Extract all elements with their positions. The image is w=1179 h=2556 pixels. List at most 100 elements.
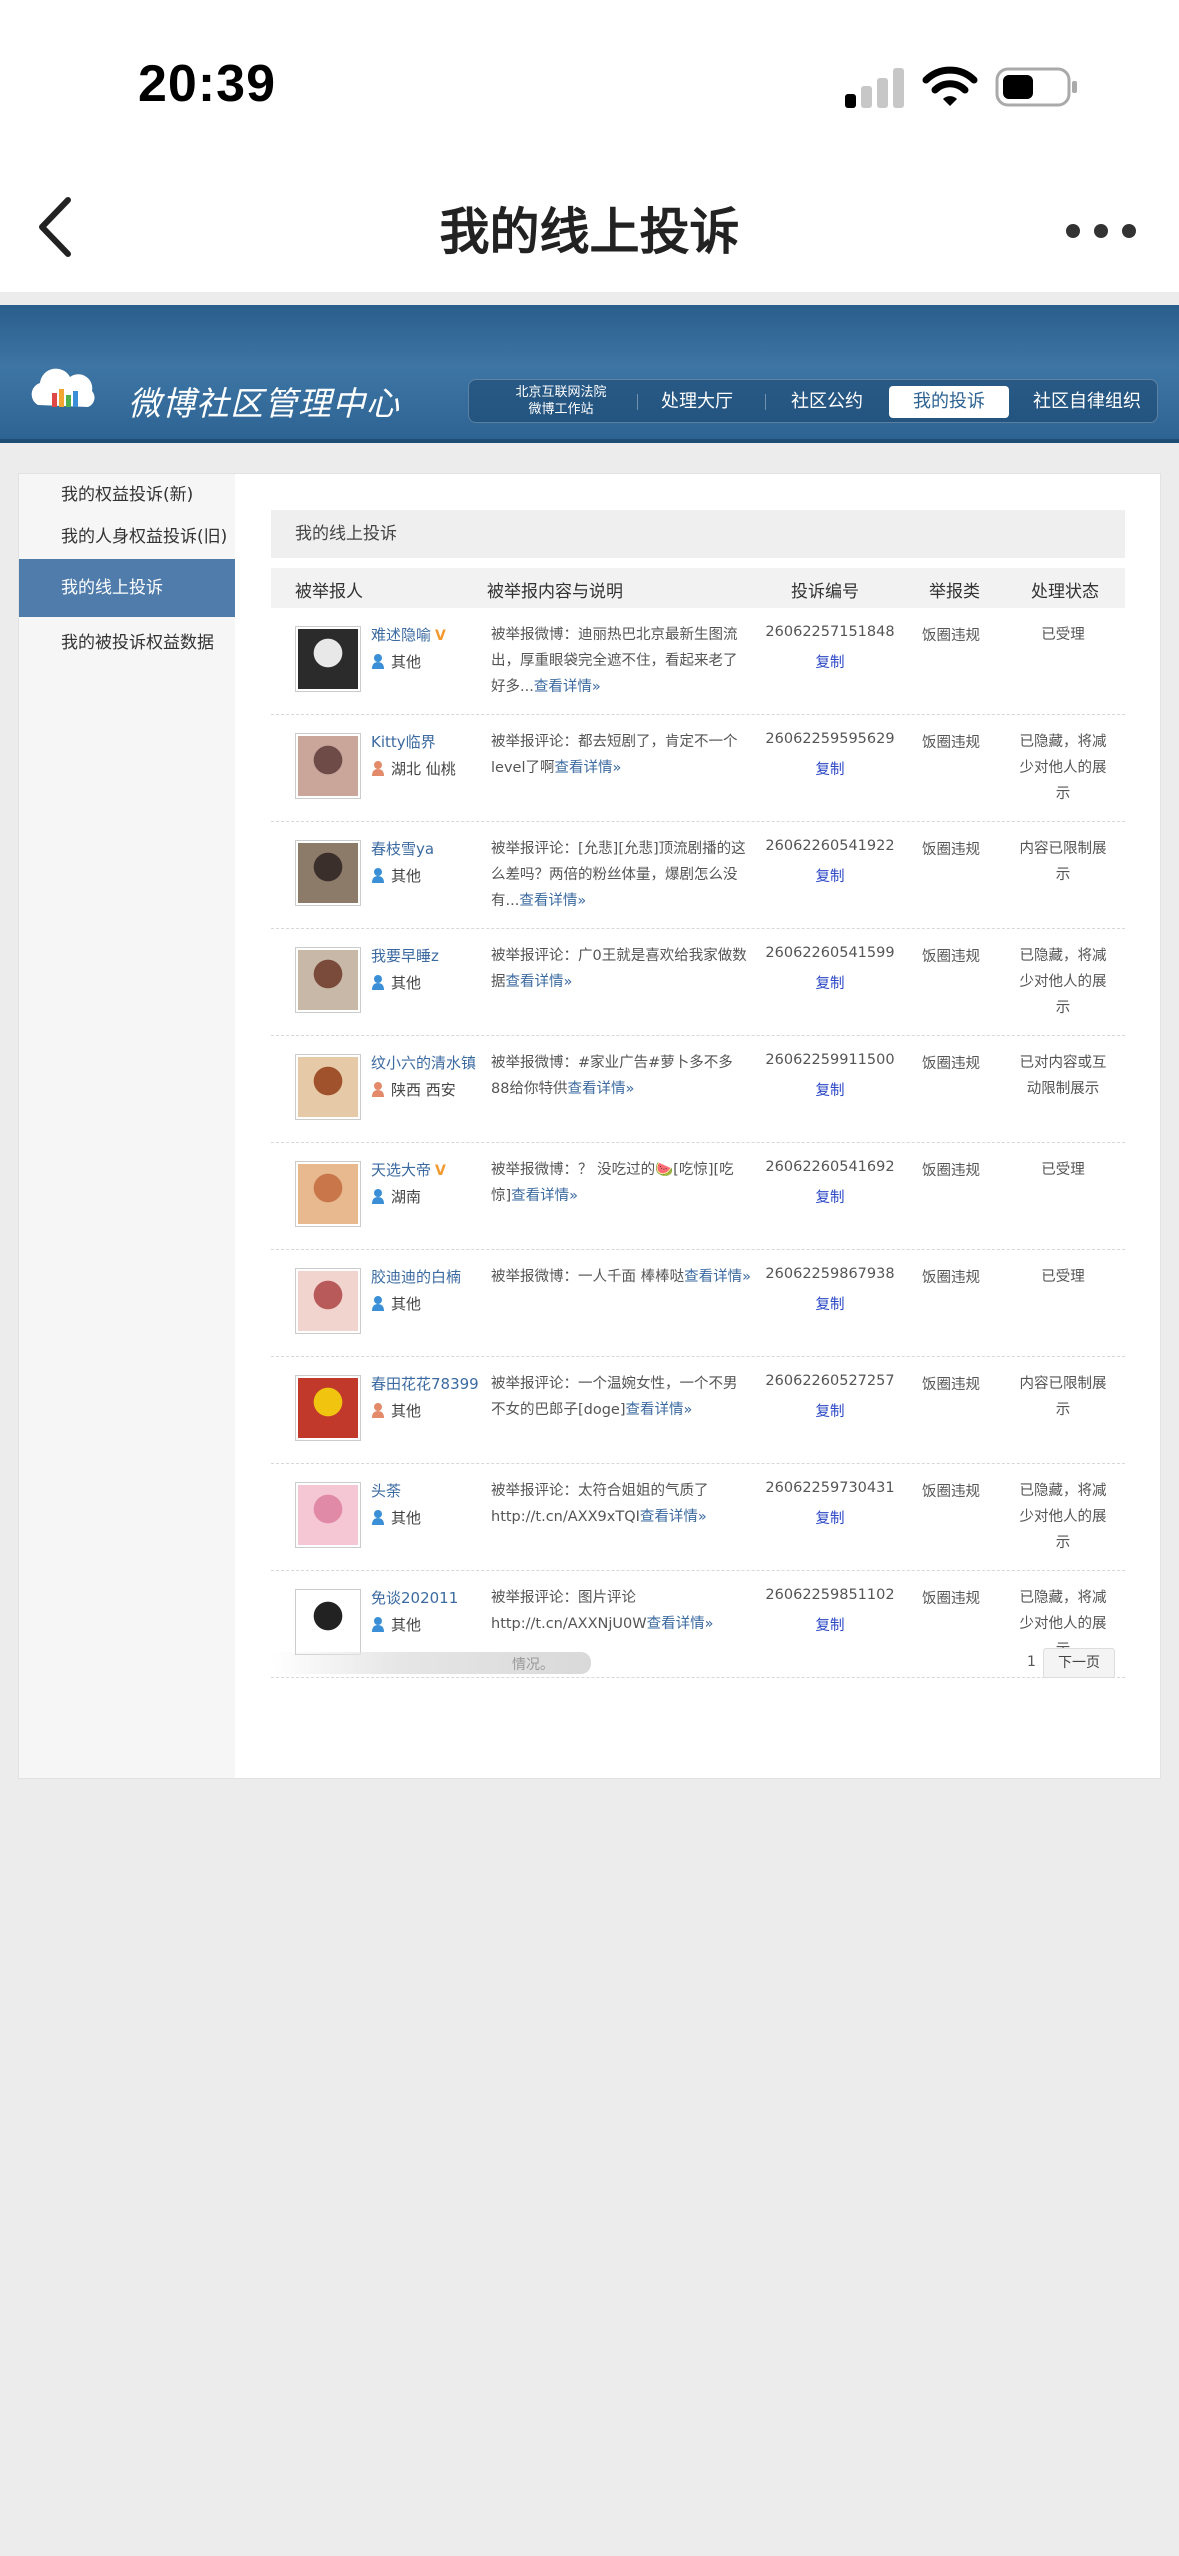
- copy-button[interactable]: 复制: [765, 1186, 895, 1207]
- view-details-link[interactable]: 查看详情»: [567, 1081, 634, 1097]
- tab-my-complaints[interactable]: 我的投诉: [889, 386, 1009, 418]
- location-text: 其他: [391, 1616, 422, 1634]
- complaint-content: 被举报微博：？ 没吃过的🍉[吃惊][吃惊]查看详情»: [491, 1157, 751, 1209]
- copy-button[interactable]: 复制: [765, 1079, 895, 1100]
- report-type: 饭圈违规: [922, 1056, 980, 1072]
- user-name-link[interactable]: 难述隐喻: [371, 626, 431, 644]
- copy-button[interactable]: 复制: [765, 758, 895, 779]
- copy-button[interactable]: 复制: [765, 972, 895, 993]
- complaint-content: 被举报微博：#家业广告#萝卜多不多 88给你特供查看详情»: [491, 1050, 751, 1102]
- copy-button[interactable]: 复制: [765, 1293, 895, 1314]
- weibo-header: 微博社区管理中心 北京互联网法院 微博工作站 处理大厅 社区公约 我的投诉 社区…: [0, 305, 1179, 443]
- user-location: 其他: [371, 651, 421, 672]
- avatar[interactable]: [295, 1482, 361, 1548]
- reported-user-name[interactable]: 胶迪迪的白楠: [371, 1266, 461, 1287]
- reported-user-name[interactable]: 春田花花78399: [371, 1373, 479, 1394]
- view-details-link[interactable]: 查看详情»: [506, 974, 573, 990]
- reported-user-name[interactable]: 春枝雪ya: [371, 838, 434, 859]
- user-name-link[interactable]: 头荼: [371, 1482, 401, 1500]
- avatar[interactable]: [295, 1054, 361, 1120]
- nav-divider: [765, 394, 766, 410]
- col-content: 被举报内容与说明: [487, 582, 623, 602]
- view-details-link[interactable]: 查看详情»: [534, 679, 601, 695]
- copy-button[interactable]: 复制: [765, 865, 895, 886]
- reported-user-name[interactable]: Kitty临界: [371, 731, 436, 752]
- location-text: 陕西 西安: [391, 1081, 456, 1099]
- tab-community-rules[interactable]: 社区公约: [769, 386, 885, 418]
- wifi-icon: [922, 66, 978, 106]
- report-type: 饭圈违规: [922, 1163, 980, 1179]
- avatar[interactable]: [295, 1375, 361, 1441]
- user-name-link[interactable]: 胶迪迪的白楠: [371, 1268, 461, 1286]
- copy-button[interactable]: 复制: [765, 1507, 895, 1528]
- avatar[interactable]: [295, 1268, 361, 1334]
- user-name-link[interactable]: Kitty临界: [371, 733, 436, 751]
- location-text: 其他: [391, 1509, 422, 1527]
- avatar[interactable]: [295, 840, 361, 906]
- user-location: 其他: [371, 1614, 421, 1635]
- user-name-link[interactable]: 免谈202011: [371, 1589, 458, 1607]
- col-reported-user: 被举报人: [295, 582, 363, 602]
- avatar[interactable]: [295, 1589, 361, 1655]
- view-details-link[interactable]: 查看详情»: [554, 760, 621, 776]
- reported-user-name[interactable]: 头荼: [371, 1480, 401, 1501]
- location-text: 其他: [391, 867, 422, 885]
- user-name-link[interactable]: 天选大帝: [371, 1161, 431, 1179]
- complaint-content: 被举报微博：一人千面 棒棒哒查看详情»: [491, 1264, 751, 1290]
- user-name-link[interactable]: 春枝雪ya: [371, 840, 434, 858]
- user-name-link[interactable]: 春田花花78399: [371, 1375, 479, 1393]
- view-details-link[interactable]: 查看详情»: [511, 1188, 578, 1204]
- reported-user-name[interactable]: 纹小六的清水镇: [371, 1052, 476, 1073]
- status-text: 已对内容或互动限制展示: [1019, 1055, 1107, 1097]
- col-status: 处理状态: [1031, 582, 1099, 602]
- view-details-link[interactable]: 查看详情»: [640, 1509, 707, 1525]
- table-row: 天选大帝 V 湖南 被举报微博：？ 没吃过的🍉[吃惊][吃惊]查看详情» 2606…: [271, 1143, 1125, 1250]
- table-row: 春田花花78399 其他 被举报评论：一个温婉女性，一个不男不女的巴郎子[dog…: [271, 1357, 1125, 1464]
- reported-user-name[interactable]: 难述隐喻 V: [371, 624, 446, 645]
- reported-user-name[interactable]: 免谈202011: [371, 1587, 458, 1608]
- copy-button[interactable]: 复制: [765, 1400, 895, 1421]
- complaint-id: 26062259595629: [765, 731, 895, 747]
- view-details-link[interactable]: 查看详情»: [647, 1616, 714, 1632]
- status-text: 内容已限制展示: [1019, 841, 1107, 883]
- vip-badge-icon: V: [435, 628, 446, 644]
- status-time: 20:39: [138, 55, 276, 113]
- content-text: 被举报微博：迪丽热巴北京最新生图流出，厚重眼袋完全遮不住，看起来老了好多...: [491, 627, 738, 695]
- user-icon: [372, 975, 384, 990]
- tab-processing-hall[interactable]: 处理大厅: [639, 386, 755, 418]
- user-name-link[interactable]: 纹小六的清水镇: [371, 1054, 476, 1072]
- table-row: 难述隐喻 V 其他 被举报微博：迪丽热巴北京最新生图流出，厚重眼袋完全遮不住，看起…: [271, 608, 1125, 715]
- user-icon: [372, 1510, 384, 1525]
- sidebar-item-complained-data[interactable]: 我的被投诉权益数据: [19, 628, 235, 658]
- reported-user-name[interactable]: 我要早睡z: [371, 945, 439, 966]
- complaint-content: 被举报评论：都去短剧了，肯定不一个level了啊查看详情»: [491, 729, 751, 781]
- page-number[interactable]: 1: [1027, 1654, 1036, 1670]
- view-details-link[interactable]: 查看详情»: [626, 1402, 693, 1418]
- court-link[interactable]: 北京互联网法院 微博工作站: [491, 384, 631, 418]
- content-card: 我的权益投诉(新) 我的人身权益投诉(旧) 我的线上投诉 我的被投诉权益数据 我…: [18, 473, 1161, 1779]
- user-name-link[interactable]: 我要早睡z: [371, 947, 439, 965]
- status-text: 已受理: [1041, 1269, 1085, 1285]
- next-page-button[interactable]: 下一页: [1043, 1648, 1115, 1678]
- view-details-link[interactable]: 查看详情»: [684, 1269, 751, 1285]
- location-text: 其他: [391, 974, 422, 992]
- avatar[interactable]: [295, 626, 361, 692]
- more-button[interactable]: [1064, 204, 1140, 254]
- col-report-type: 举报类: [929, 582, 980, 602]
- report-type: 饭圈违规: [922, 1591, 980, 1607]
- location-text: 其他: [391, 653, 422, 671]
- avatar[interactable]: [295, 1161, 361, 1227]
- view-details-link[interactable]: 查看详情»: [519, 893, 586, 909]
- complaint-id: 26062260541922: [765, 838, 895, 854]
- sidebar-item-online-complaints[interactable]: 我的线上投诉: [19, 559, 235, 617]
- copy-button[interactable]: 复制: [765, 1614, 895, 1635]
- report-type: 饭圈违规: [922, 1484, 980, 1500]
- reported-user-name[interactable]: 天选大帝 V: [371, 1159, 446, 1180]
- tab-self-discipline[interactable]: 社区自律组织: [1017, 386, 1157, 418]
- sidebar-item-rights-new[interactable]: 我的权益投诉(新): [19, 480, 235, 510]
- avatar[interactable]: [295, 947, 361, 1013]
- court-line2: 微博工作站: [528, 402, 594, 417]
- sidebar-item-personal-old[interactable]: 我的人身权益投诉(旧): [19, 522, 235, 552]
- avatar[interactable]: [295, 733, 361, 799]
- copy-button[interactable]: 复制: [765, 651, 895, 672]
